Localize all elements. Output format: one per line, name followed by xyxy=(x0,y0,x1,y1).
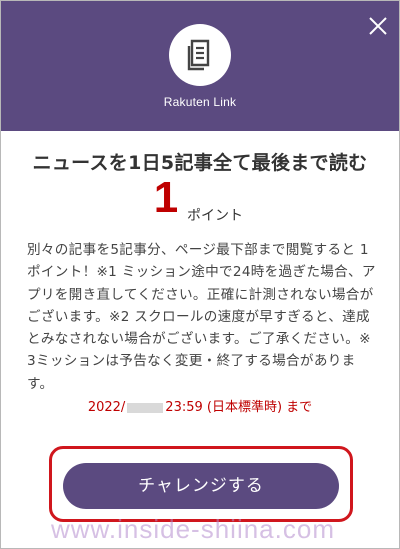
challenge-button[interactable]: チャレンジする xyxy=(63,463,339,509)
mission-description: 別々の記事を5記事分、ページ最下部まで閲覧すると 1ポイント！※1 ミッション途… xyxy=(27,242,376,389)
watermark-text: www.inside-shiina.com xyxy=(51,514,335,544)
close-button[interactable] xyxy=(365,13,391,39)
mission-dialog: Rakuten Link ニュースを1日5記事全て最後まで読む 1 ポイント 別… xyxy=(0,0,400,549)
points-display: 1 ポイント xyxy=(1,173,399,233)
dialog-header: Rakuten Link xyxy=(1,1,399,131)
description-scroll-area[interactable]: 別々の記事を5記事分、ページ最下部まで閲覧すると 1ポイント！※1 ミッション途… xyxy=(27,239,377,389)
points-unit: ポイント xyxy=(187,208,243,224)
app-logo xyxy=(169,24,231,86)
redacted-date-mask xyxy=(127,402,164,413)
points-value: 1 xyxy=(153,173,179,222)
news-article-icon xyxy=(187,39,210,71)
close-icon xyxy=(369,17,387,35)
deadline-prefix: 2022/ xyxy=(87,400,126,415)
mission-title: ニュースを1日5記事全て最後まで読む xyxy=(32,152,368,174)
app-name: Rakuten Link xyxy=(163,95,237,109)
deadline-suffix: 23:59 (日本標準時) まで xyxy=(165,400,313,415)
deadline-text: 2022/23:59 (日本標準時) まで xyxy=(1,396,399,415)
